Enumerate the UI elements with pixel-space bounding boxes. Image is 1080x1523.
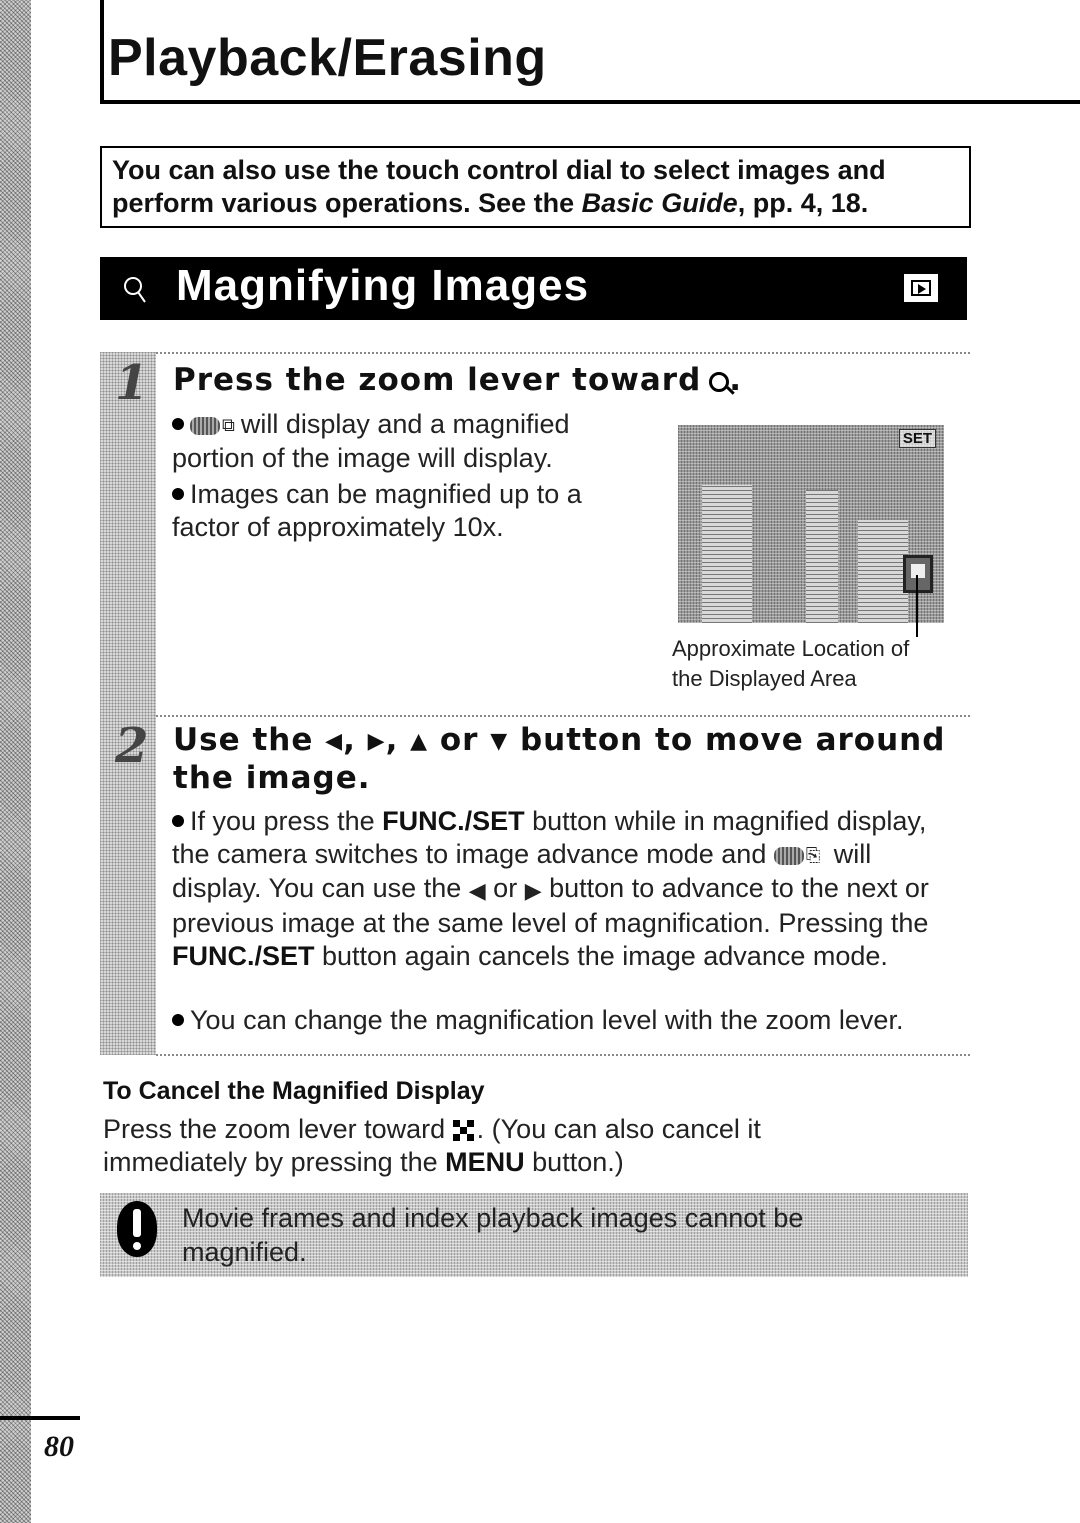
bullet-icon xyxy=(172,815,184,828)
left-arrow-icon: ◀ xyxy=(325,729,344,754)
text: or xyxy=(493,873,518,904)
zoom-in-icon xyxy=(709,371,730,392)
page-title: Playback/Erasing xyxy=(108,29,547,87)
image-advance-icon: ⎘ xyxy=(805,845,821,866)
right-arrow-icon: ▶ xyxy=(367,729,386,754)
section-header: Magnifying Images xyxy=(100,257,967,320)
page-number: 80 xyxy=(44,1430,74,1463)
camera-lcd-screenshot: SET xyxy=(678,425,944,623)
heading-text: or xyxy=(439,722,479,758)
intro-box: You can also use the touch control dial … xyxy=(100,146,971,228)
step1-heading: Press the zoom lever toward. xyxy=(173,362,742,399)
intro-pages: , pp. 4, 18. xyxy=(737,188,869,218)
text: button.) xyxy=(524,1147,624,1177)
bullet-icon xyxy=(172,418,184,431)
magnify-icon xyxy=(124,277,146,303)
cancel-heading: To Cancel the Magnified Display xyxy=(103,1077,485,1105)
divider xyxy=(156,715,970,717)
heading-text: Use the xyxy=(173,722,314,758)
bullet-text: You can change the magnification level w… xyxy=(190,1005,904,1035)
magnify-position-icon: ⧉ xyxy=(222,415,235,436)
bullet-icon xyxy=(172,1014,184,1027)
note-text: Movie frames and index playback images c… xyxy=(182,1203,804,1267)
page-edge-tab xyxy=(0,0,31,1523)
caption-line: Approximate Location of xyxy=(672,636,910,661)
index-playback-icon xyxy=(452,1119,477,1142)
step1-heading-text: Press the zoom lever toward xyxy=(173,362,702,398)
step-number: 2 xyxy=(115,718,149,774)
up-arrow-icon: ▲ xyxy=(410,729,429,754)
menu-label: MENU xyxy=(445,1147,525,1177)
step2-bullet: If you press the FUNC./SET button while … xyxy=(172,805,962,973)
basic-guide-reference: Basic Guide xyxy=(581,188,738,218)
func-set-label: FUNC./SET xyxy=(172,940,315,971)
step-marker-strip xyxy=(100,352,156,1055)
location-indicator xyxy=(903,555,933,593)
set-badge-icon xyxy=(190,416,220,435)
set-badge-icon xyxy=(773,846,804,865)
step1-bullet: Images can be magnified up to a factor o… xyxy=(172,478,642,544)
down-arrow-icon: ▼ xyxy=(490,729,509,754)
step2-bullet: You can change the magnification level w… xyxy=(172,1004,972,1037)
bullet-text: Images can be magnified up to a factor o… xyxy=(172,479,582,542)
caution-icon xyxy=(117,1201,157,1257)
page-number-rule xyxy=(0,1416,80,1420)
photo-caption: Approximate Location of the Displayed Ar… xyxy=(672,634,909,694)
playback-mode-icon xyxy=(904,274,938,302)
caption-line: the Displayed Area xyxy=(672,666,857,691)
set-overlay-label: SET xyxy=(898,429,936,448)
func-set-label: FUNC./SET xyxy=(382,806,525,836)
step-number: 1 xyxy=(115,355,149,411)
step1-bullet: ⧉ will display and a magnified portion of… xyxy=(172,408,652,475)
divider xyxy=(156,352,970,354)
text: button again cancels the image advance m… xyxy=(314,940,888,971)
right-arrow-icon: ▶ xyxy=(524,877,542,903)
bullet-icon xyxy=(172,488,184,501)
callout-line xyxy=(916,575,918,637)
text: Press the zoom lever toward xyxy=(103,1114,453,1144)
cancel-text: Press the zoom lever toward . (You can a… xyxy=(103,1113,863,1179)
left-arrow-icon: ◀ xyxy=(468,877,486,903)
step2-heading: Use the ◀, ▶, ▲ or ▼ button to move arou… xyxy=(173,722,946,796)
divider xyxy=(156,1054,970,1056)
section-title: Magnifying Images xyxy=(176,261,590,310)
text: If you press the xyxy=(190,806,383,836)
caution-note: Movie frames and index playback images c… xyxy=(100,1193,968,1277)
